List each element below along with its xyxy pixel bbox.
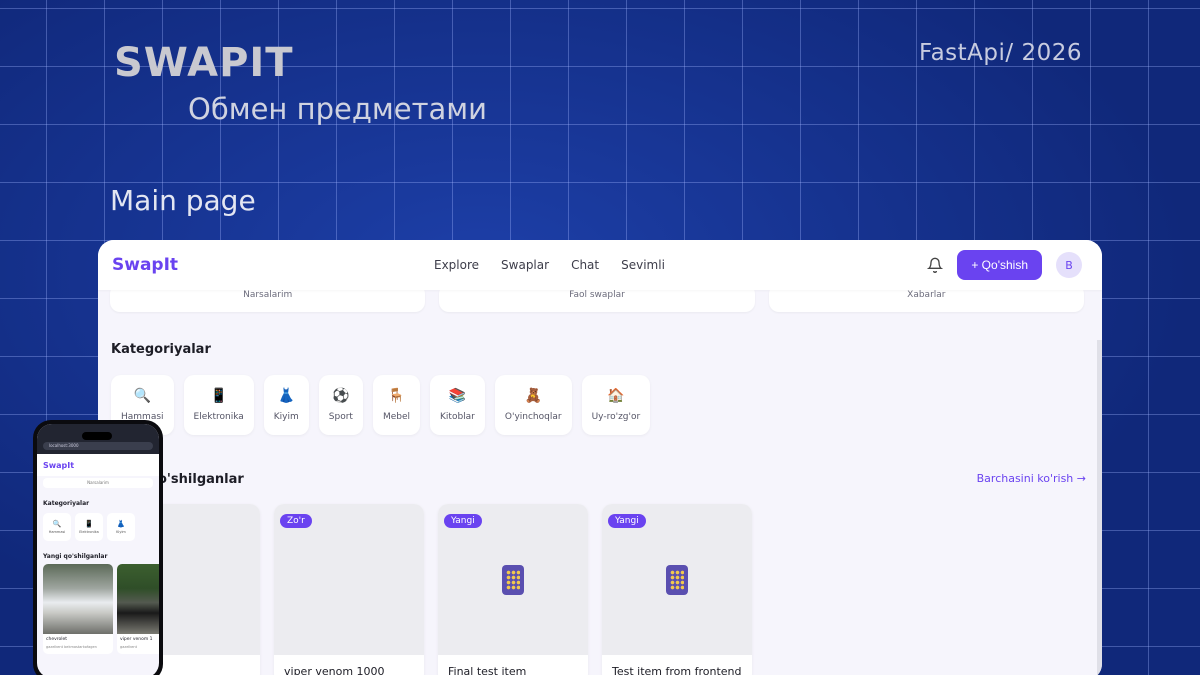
bell-icon[interactable] — [927, 257, 944, 273]
phone-categories-title: Kategoriyalar — [43, 500, 90, 507]
phone-mockup: localhost:3000 SwapIt Narsalarim Kategor… — [33, 420, 163, 675]
item-badge: Zo'r — [280, 514, 312, 528]
ball-icon: ⚽ — [332, 388, 350, 404]
category-books[interactable]: 📚 Kitoblar — [430, 375, 485, 435]
desktop-window: SwapIt Explore Swaplar Chat Sevimli + Qo… — [98, 240, 1102, 675]
phone-screen: localhost:3000 SwapIt Narsalarim Kategor… — [37, 424, 159, 675]
phone-category-label: Kiyim — [116, 530, 126, 534]
category-label: O'yinchoqlar — [504, 412, 562, 422]
item-image: Zo'r — [274, 504, 424, 655]
item-name: viper venom 1000 — [284, 665, 385, 675]
phone-item-card[interactable]: chevrolet gazelkent bekmastarkofagen — [43, 564, 113, 654]
scrollbar[interactable] — [1097, 340, 1102, 675]
category-label: Mebel — [382, 412, 411, 422]
stat-label: Faol swaplar — [569, 290, 625, 300]
electronics-icon: 📱 — [209, 388, 228, 404]
dress-icon: 👗 — [277, 388, 295, 404]
phone-url-bar[interactable]: localhost:3000 — [43, 442, 153, 450]
category-furniture[interactable]: 🪑 Mebel — [372, 375, 421, 435]
slide-subtitle: Обмен предметами — [188, 92, 487, 126]
phone-category[interactable]: 👗 Kiyim — [107, 513, 135, 541]
phone-notch — [82, 432, 112, 440]
item-image: Yangi — [602, 504, 752, 655]
phone-item-image — [117, 564, 159, 634]
items-grid: et Zo'r viper venom 1000 Yangi Final tes… — [110, 504, 752, 675]
see-all-link[interactable]: Barchasini ko'rish → — [977, 472, 1086, 485]
item-name: Test item from frontend — [612, 665, 742, 675]
phone-category[interactable]: 📱 Elektronika — [75, 513, 103, 541]
add-item-button[interactable]: + Qo'shish — [957, 250, 1042, 280]
slide-section-label: Main page — [110, 184, 256, 217]
house-icon: 🏠 — [607, 388, 625, 404]
slide-brand-title: SWAPIT — [114, 40, 294, 86]
electronics-placeholder-icon — [666, 564, 688, 595]
nav-swaplar[interactable]: Swaplar — [501, 258, 549, 272]
slide-tech-year: FastApi/ 2026 — [918, 40, 1082, 66]
electronics-icon: 📱 — [84, 520, 94, 528]
avatar[interactable]: B — [1056, 252, 1082, 278]
item-name: Final test item — [448, 665, 527, 675]
category-electronics[interactable]: 📱 Elektronika — [183, 375, 254, 435]
category-label: Elektronika — [193, 412, 244, 422]
item-card[interactable]: Yangi Test item from frontend — [602, 504, 752, 675]
phone-item-name: chevrolet — [46, 637, 68, 642]
item-badge: Yangi — [608, 514, 646, 528]
phone-category[interactable]: 🔍 Hammasi — [43, 513, 71, 541]
phone-new-items-title: Yangi qo'shilganlar — [43, 553, 108, 560]
phone-item-name: viper venom 1 — [120, 637, 153, 642]
stat-label: Xabarlar — [907, 290, 946, 300]
item-image: Yangi — [438, 504, 588, 655]
phone-item-image — [43, 564, 113, 634]
books-icon: 📚 — [448, 388, 467, 404]
category-toys[interactable]: 🧸 O'yinchoqlar — [494, 375, 572, 435]
magnifier-icon: 🔍 — [52, 520, 62, 528]
category-label: Kitoblar — [440, 412, 475, 422]
category-sport[interactable]: ⚽ Sport — [318, 375, 363, 435]
phone-logo[interactable]: SwapIt — [37, 454, 159, 476]
category-label: Uy-ro'zg'or — [591, 412, 641, 422]
magnifier-icon: 🔍 — [133, 388, 151, 404]
category-label: Sport — [328, 412, 353, 422]
nav-actions: + Qo'shish B — [927, 250, 1082, 280]
category-label: Kiyim — [273, 412, 299, 422]
new-items-title: o'shilganlar — [158, 472, 244, 487]
dress-icon: 👗 — [116, 520, 126, 528]
phone-categories: 🔍 Hammasi 📱 Elektronika 👗 Kiyim — [37, 513, 159, 541]
item-badge: Yangi — [444, 514, 482, 528]
category-clothes[interactable]: 👗 Kiyim — [263, 375, 309, 435]
phone-item-user: gazelkent — [120, 645, 137, 649]
nav-explore[interactable]: Explore — [434, 258, 479, 272]
phone-items: chevrolet gazelkent bekmastarkofagen vip… — [37, 564, 159, 654]
categories-title: Kategoriyalar — [111, 342, 211, 357]
phone-item-user: gazelkent bekmastarkofagen — [46, 645, 97, 649]
phone-category-label: Elektronika — [79, 530, 99, 534]
stat-label: Narsalarim — [243, 290, 293, 300]
phone-stat-card[interactable]: Narsalarim — [43, 478, 153, 488]
top-navbar: SwapIt Explore Swaplar Chat Sevimli + Qo… — [98, 240, 1102, 290]
item-card[interactable]: Yangi Final test item — [438, 504, 588, 675]
teddy-icon: 🧸 — [524, 388, 542, 404]
nav-chat[interactable]: Chat — [571, 258, 599, 272]
electronics-placeholder-icon — [502, 564, 524, 595]
phone-category-label: Hammasi — [48, 530, 66, 534]
categories-row: 🔍 Hammasi 📱 Elektronika 👗 Kiyim ⚽ Sport 🪑 Meb… — [111, 375, 651, 435]
phone-item-card[interactable]: viper venom 1 gazelkent — [117, 564, 159, 654]
item-card[interactable]: Zo'r viper venom 1000 — [274, 504, 424, 675]
nav-links: Explore Swaplar Chat Sevimli — [434, 258, 665, 272]
app-logo[interactable]: SwapIt — [112, 255, 178, 275]
category-household[interactable]: 🏠 Uy-ro'zg'or — [581, 375, 651, 435]
nav-sevimli[interactable]: Sevimli — [621, 258, 665, 272]
chair-icon: 🪑 — [387, 388, 406, 404]
